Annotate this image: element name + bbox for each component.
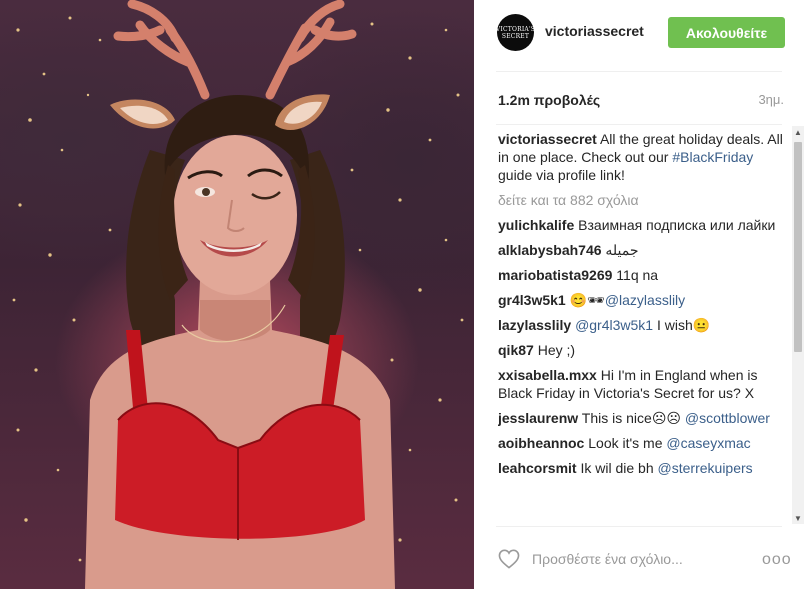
comment-username[interactable]: xxisabella.mxx [498, 367, 597, 383]
comment-text: Look it's me [588, 435, 663, 451]
comment-username[interactable]: gr4l3w5k1 [498, 292, 566, 308]
scroll-up-icon[interactable]: ▲ [792, 126, 804, 138]
comment-text: Взаимная подписка или лайки [578, 217, 776, 233]
mention-link[interactable]: @gr4l3w5k1 [575, 317, 653, 333]
caption: victoriassecret All the great holiday de… [498, 130, 788, 184]
heart-icon[interactable] [498, 549, 520, 569]
mention-link[interactable]: @scottblower [685, 410, 770, 426]
comment-username[interactable]: qik87 [498, 342, 534, 358]
comment-username[interactable]: jesslaurenw [498, 410, 578, 426]
post-time[interactable]: 3ημ. [758, 92, 784, 107]
comment-username[interactable]: mariobatista9269 [498, 267, 612, 283]
comment-item: yulichkalife Взаимная подписка или лайки [498, 216, 788, 234]
comment-item: aoibheannoc Look it's me @caseyxmac [498, 434, 788, 452]
comment-text: I wish😐 [656, 317, 711, 333]
comment-item: alklabysbah746 جميله [498, 241, 788, 259]
view-count: 1.2m προβολές [498, 92, 601, 108]
comment-username[interactable]: aoibheannoc [498, 435, 584, 451]
mention-link[interactable]: @caseyxmac [666, 435, 750, 451]
comment-item: jesslaurenw This is nice☹☹ @scottblower [498, 409, 788, 427]
scrollbar-thumb[interactable] [794, 142, 802, 352]
comments-scrollbar[interactable]: ▲ ▼ [792, 126, 804, 524]
comment-username[interactable]: alklabysbah746 [498, 242, 602, 258]
stats-divider [496, 124, 782, 125]
comments-list[interactable]: victoriassecret All the great holiday de… [498, 130, 788, 525]
avatar[interactable]: VICTORIA'S SECRET [495, 14, 536, 51]
comment-text: 😊🕶 [569, 292, 605, 308]
header-divider [496, 71, 782, 72]
hashtag-link[interactable]: #BlackFriday [672, 149, 753, 165]
load-more-comments[interactable]: δείτε και τα 882 σχόλια [498, 191, 788, 209]
comment-item: mariobatista9269 11q na [498, 266, 788, 284]
post-photo[interactable] [0, 0, 474, 589]
caption-text-end: guide via profile link! [498, 167, 625, 183]
comment-footer: ooo [474, 527, 804, 589]
comment-text: Ik wil die bh [580, 460, 654, 476]
comment-username[interactable]: yulichkalife [498, 217, 574, 233]
scroll-down-icon[interactable]: ▼ [792, 512, 804, 524]
comment-item: qik87 Hey ;) [498, 341, 788, 359]
comment-item: leahcorsmit Ik wil die bh @sterrekuipers [498, 459, 788, 477]
follow-button[interactable]: Ακολουθείτε [668, 17, 785, 48]
mention-link[interactable]: @sterrekuipers [658, 460, 753, 476]
post-header: VICTORIA'S SECRET victoriassecret Ακολου… [474, 0, 804, 72]
comment-item: xxisabella.mxx Hi I'm in England when is… [498, 366, 788, 402]
comment-text: This is nice☹☹ [581, 410, 682, 426]
add-comment-input[interactable] [530, 547, 749, 571]
mention-link[interactable]: @lazylasslily [605, 292, 685, 308]
avatar-logo-text: VICTORIA'S SECRET [495, 25, 536, 40]
post-stats: 1.2m προβολές 3ημ. [474, 92, 804, 112]
more-options-icon[interactable]: ooo [762, 551, 792, 569]
photo-illustration [12, 0, 464, 589]
comment-text: 11q na [616, 267, 659, 283]
post-side-panel: VICTORIA'S SECRET victoriassecret Ακολου… [474, 0, 804, 589]
header-username[interactable]: victoriassecret [545, 23, 644, 39]
comment-text: Hey ;) [537, 342, 576, 358]
comment-item: gr4l3w5k1 😊🕶@lazylasslily [498, 291, 788, 309]
caption-username[interactable]: victoriassecret [498, 131, 597, 147]
comment-text: جميله [605, 242, 639, 258]
comment-item: lazylasslily @gr4l3w5k1 I wish😐 [498, 316, 788, 334]
comment-username[interactable]: lazylasslily [498, 317, 571, 333]
comment-username[interactable]: leahcorsmit [498, 460, 577, 476]
